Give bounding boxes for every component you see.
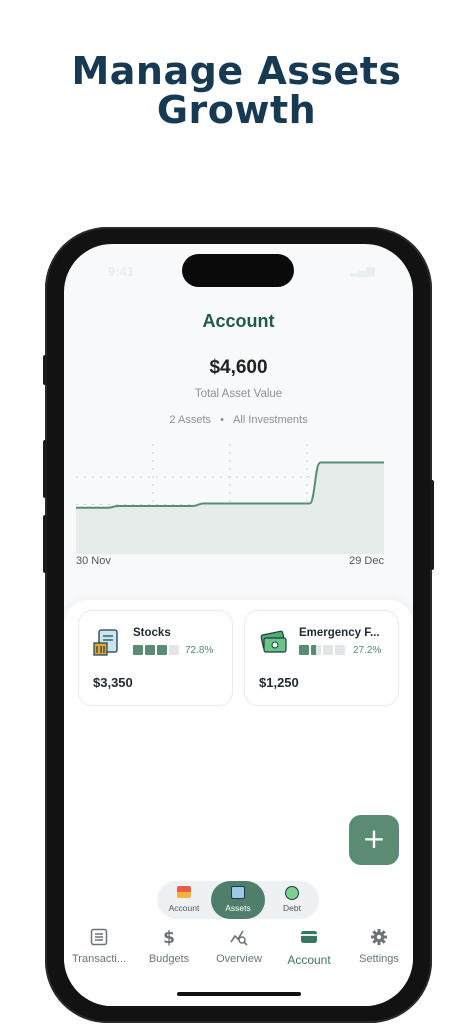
phone-power-button bbox=[430, 480, 434, 570]
home-indicator bbox=[177, 992, 301, 996]
assets-icon bbox=[231, 886, 245, 899]
status-time: 9:41 bbox=[108, 264, 135, 279]
card-icon bbox=[301, 931, 317, 943]
asset-growth-chart bbox=[76, 444, 384, 554]
subnav-assets[interactable]: Assets bbox=[211, 881, 265, 919]
asset-amount: $1,250 bbox=[259, 675, 299, 690]
asset-name: Emergency F... bbox=[299, 627, 380, 639]
dollar-icon: $ bbox=[163, 928, 175, 946]
x-axis-end-label: 29 Dec bbox=[349, 555, 384, 567]
plus-icon: + bbox=[362, 822, 386, 855]
subnav-label: Debt bbox=[283, 903, 301, 913]
asset-meta[interactable]: 2 Assets • All Investments bbox=[64, 414, 413, 426]
tab-label: Settings bbox=[359, 953, 399, 965]
asset-count: 2 Assets bbox=[169, 414, 211, 426]
phone-side-button bbox=[43, 355, 47, 385]
asset-card-stocks[interactable]: Stocks 72.8% $3,350 bbox=[78, 610, 233, 706]
tab-label: Transacti... bbox=[72, 953, 126, 965]
subnav-account[interactable]: Account bbox=[157, 881, 211, 919]
tab-label: Account bbox=[287, 953, 331, 967]
allocation-segment bbox=[299, 645, 309, 655]
subnav-label: Account bbox=[168, 903, 200, 913]
allocation-segment bbox=[133, 645, 143, 655]
allocation-segment bbox=[145, 645, 155, 655]
app-screen: 9:41 ▂▄▆ Account $4,600 Total Asset Valu… bbox=[64, 244, 413, 1006]
x-axis-start-label: 30 Nov bbox=[76, 555, 111, 567]
add-asset-button[interactable]: + bbox=[349, 815, 399, 865]
bottom-tab-bar: Transacti... $ Budgets Overview Account bbox=[64, 926, 413, 976]
asset-amount: $3,350 bbox=[93, 675, 133, 690]
svg-text:$: $ bbox=[163, 928, 175, 946]
phone-side-button bbox=[43, 515, 47, 573]
status-icons: ▂▄▆ bbox=[350, 264, 375, 277]
gear-icon bbox=[371, 929, 387, 945]
asset-card-emergency-fund[interactable]: Emergency F... 27.2% $1,250 bbox=[244, 610, 399, 706]
subnav-debt[interactable]: Debt bbox=[265, 881, 319, 919]
asset-percent: 72.8% bbox=[185, 645, 214, 656]
allocation-segment bbox=[323, 645, 333, 655]
allocation-bars bbox=[299, 645, 345, 655]
sub-nav: Account Assets Debt bbox=[157, 881, 319, 919]
allocation-segment bbox=[335, 645, 345, 655]
allocation-segment bbox=[311, 645, 321, 655]
tab-label: Budgets bbox=[148, 953, 190, 965]
allocation-bars bbox=[133, 645, 179, 655]
page-title: Account bbox=[202, 311, 275, 331]
cash-icon bbox=[259, 627, 289, 657]
total-asset-value: $4,600 bbox=[209, 357, 268, 378]
dynamic-island bbox=[182, 254, 294, 287]
subnav-label: Assets bbox=[225, 903, 251, 913]
phone-side-button bbox=[43, 440, 47, 498]
allocation-segment bbox=[169, 645, 179, 655]
asset-percent: 27.2% bbox=[353, 645, 382, 656]
debt-icon bbox=[285, 886, 299, 900]
asset-name: Stocks bbox=[133, 627, 171, 639]
chart-search-icon bbox=[230, 930, 248, 946]
promo-headline: Manage Assets Growth bbox=[0, 52, 473, 130]
meta-separator: • bbox=[220, 414, 224, 426]
headline-line-2: Growth bbox=[156, 88, 317, 132]
allocation-segment bbox=[157, 645, 167, 655]
signal-icon: ▂▄▆ bbox=[350, 265, 375, 277]
headline-line-1: Manage Assets bbox=[71, 49, 402, 93]
tab-label: Overview bbox=[216, 953, 262, 965]
asset-filter[interactable]: All Investments bbox=[233, 414, 308, 426]
list-icon bbox=[90, 928, 108, 946]
stocks-icon bbox=[93, 627, 123, 657]
total-asset-label: Total Asset Value bbox=[194, 388, 283, 400]
wallet-icon bbox=[177, 886, 191, 898]
